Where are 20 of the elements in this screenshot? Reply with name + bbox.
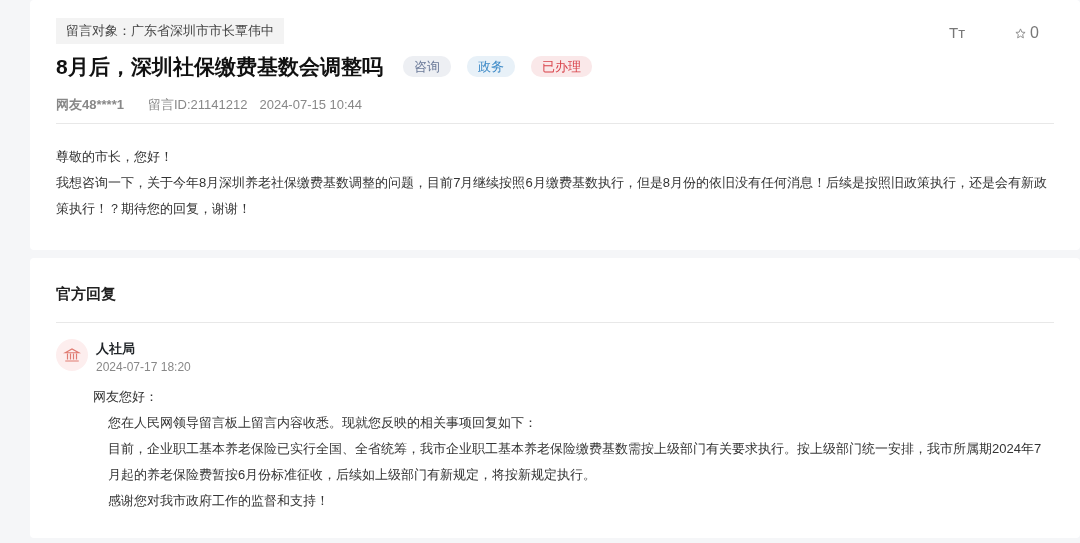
status-tag: 政务 (466, 55, 515, 78)
message-time: 2024-07-15 10:44 (259, 96, 363, 115)
reply-time: 2024-07-17 18:20 (96, 359, 191, 376)
favorite-button[interactable]: 0 (1014, 20, 1040, 46)
department-name: 人社局 (96, 339, 136, 358)
status-tag: 已办理 (530, 55, 592, 78)
status-tag: 咨询 (402, 55, 451, 78)
author-name: 网友48****1 (56, 96, 124, 115)
font-size-button[interactable]: Tт (948, 20, 967, 46)
reply-paragraph: 感谢您对我市政府工作的监督和支持！ (107, 492, 330, 510)
reply-heading: 官方回复 (56, 285, 116, 302)
reply-paragraph: 目前，企业职工基本养老保险已实行全国、全省统筹，我市企业职工基本养老保险缴费基数需按上级部门有关要求执行。按上级部门统一安排，我市所属期2024年7月起的养老保险费暂按6月份标准征收，后续如上级部门有新规定，将按新规定执行。 (107, 440, 1043, 484)
reply-paragraph: 您在人民网领导留言板上留言内容收悉。现就您反映的相关事项回复如下： (107, 414, 538, 432)
message-title: 8月后，深圳社保缴费基数会调整吗 (56, 54, 383, 80)
message-id: 留言ID:21141212 (147, 96, 248, 115)
star-icon (1015, 27, 1027, 39)
message-paragraph: 尊敬的市长，您好！ (56, 147, 174, 166)
recipient-label: 留言对象：广东省深圳市市长覃伟中 (56, 18, 284, 44)
reply-paragraph: 网友您好： (93, 388, 159, 406)
message-paragraph: 我想咨询一下，关于今年8月深圳养老社保缴费基数调整的问题，目前7月继续按照6月缴费基数执行，但是8月份的依旧没有任何消息！后续是按照旧政策执行，还是会有新政策执行！？期待您的回复，谢谢！ (56, 173, 1048, 218)
